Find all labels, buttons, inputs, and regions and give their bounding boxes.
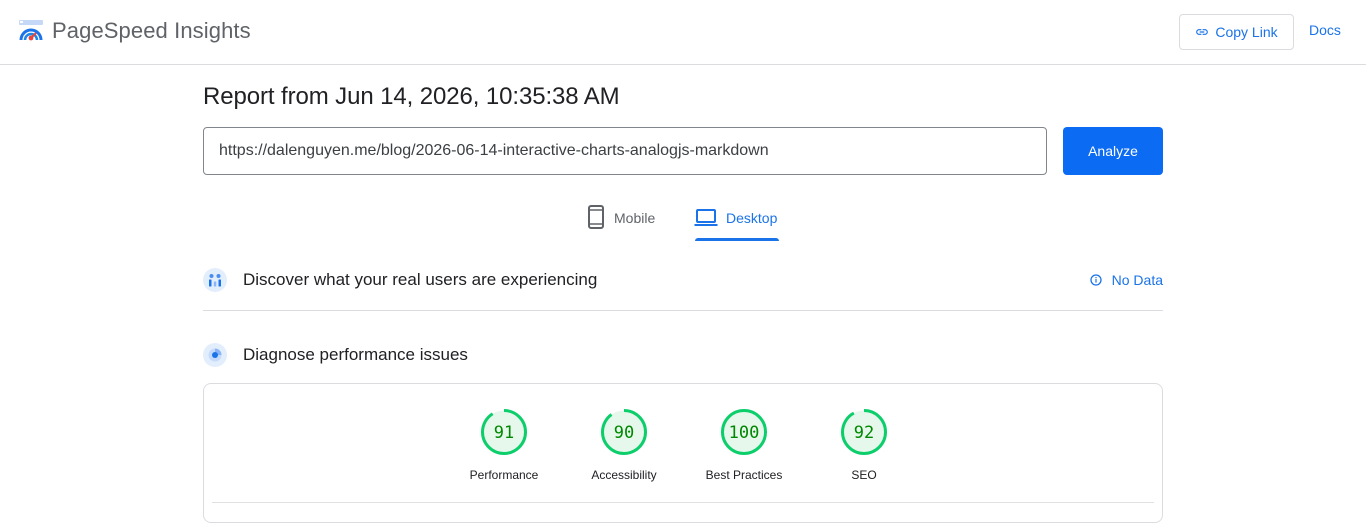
top-app-bar: PageSpeed Insights Copy Link Docs — [0, 0, 1366, 65]
phone-icon — [588, 205, 604, 229]
no-data-link[interactable]: No Data — [1089, 272, 1163, 288]
score-ring: 100 — [721, 409, 767, 455]
tab-mobile-label: Mobile — [614, 210, 656, 226]
pagespeed-logo-icon — [19, 20, 43, 41]
link-icon — [1196, 29, 1209, 35]
score-value: 91 — [494, 423, 514, 443]
score-ring: 91 — [481, 409, 527, 455]
scores-card: 91 Performance 90 Accessibility 100 Best… — [203, 383, 1163, 523]
analyze-button[interactable]: Analyze — [1063, 127, 1163, 175]
tab-desktop-label: Desktop — [726, 210, 778, 226]
copy-link-button[interactable]: Copy Link — [1179, 14, 1294, 50]
field-data-title: Discover what your real users are experi… — [243, 270, 598, 289]
score-ring: 92 — [841, 409, 887, 455]
docs-link[interactable]: Docs — [1309, 22, 1341, 38]
gauge-label: Performance — [469, 468, 539, 482]
tab-desktop[interactable]: Desktop — [694, 204, 777, 242]
url-input[interactable] — [203, 127, 1047, 175]
gauge-seo[interactable]: 92 SEO — [804, 408, 924, 482]
section-divider — [203, 310, 1163, 311]
info-icon — [1089, 274, 1102, 286]
gauge-best-practices[interactable]: 100 Best Practices — [684, 408, 804, 482]
tab-mobile[interactable]: Mobile — [586, 204, 655, 242]
gauge-label: Accessibility — [591, 468, 657, 482]
score-value: 90 — [614, 423, 634, 443]
gauge-label: Best Practices — [705, 468, 783, 482]
card-divider — [212, 502, 1154, 503]
field-data-section: Discover what your real users are experi… — [203, 267, 1163, 293]
brand[interactable]: PageSpeed Insights — [18, 14, 251, 48]
copy-link-label: Copy Link — [1215, 24, 1278, 40]
app-title: PageSpeed Insights — [52, 18, 251, 43]
report-title: Report from Jun 14, 2026, 10:35:38 AM — [203, 83, 620, 110]
users-chart-icon — [203, 268, 227, 292]
score-ring: 90 — [601, 409, 647, 455]
no-data-label: No Data — [1111, 272, 1163, 288]
lab-data-title: Diagnose performance issues — [243, 345, 468, 364]
laptop-icon — [694, 209, 718, 226]
score-value: 100 — [729, 423, 760, 443]
score-value: 92 — [854, 423, 874, 443]
gauge-accessibility[interactable]: 90 Accessibility — [564, 408, 684, 482]
lab-data-section: Diagnose performance issues — [203, 342, 1163, 368]
gauge-performance[interactable]: 91 Performance — [444, 408, 564, 482]
lighthouse-icon — [203, 343, 227, 367]
active-tab-indicator — [695, 238, 779, 241]
gauge-label: SEO — [851, 468, 877, 482]
